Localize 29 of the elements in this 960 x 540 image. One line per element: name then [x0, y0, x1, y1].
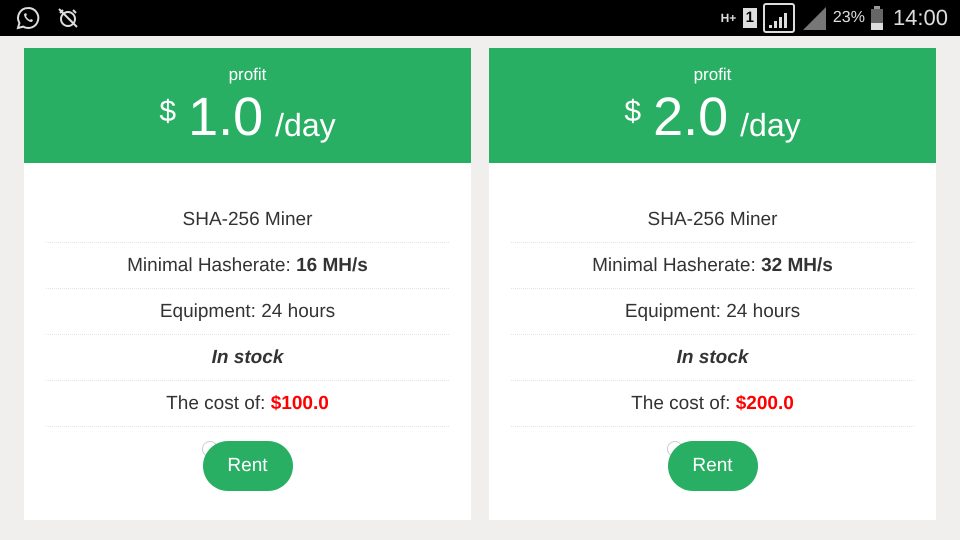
plan-detail: Equipment: 24 hours: [624, 300, 800, 322]
cost-text: The cost of: $100.0: [166, 392, 329, 414]
hashrate-text: Minimal Hasherate: 32 MH/s: [592, 254, 833, 276]
profit-unit: /day: [740, 107, 801, 144]
profit-label: profit: [228, 65, 266, 85]
signal-icon: [762, 3, 795, 33]
sim-badge: 1: [742, 8, 757, 28]
battery-percent: 23%: [832, 9, 865, 27]
currency-sign: $: [159, 95, 176, 129]
profit-unit: /day: [275, 107, 336, 144]
clock: 14:00: [892, 5, 948, 31]
battery-icon: [870, 6, 883, 30]
profit-label: profit: [694, 65, 732, 85]
rent-button[interactable]: Rent: [202, 441, 292, 491]
plan-detail: Equipment: 24 hours: [160, 300, 336, 322]
plan-detail: SHA-256 Miner: [182, 208, 312, 230]
signal-icon: [800, 5, 827, 31]
rent-button[interactable]: Rent: [668, 441, 758, 491]
chat-icon[interactable]: [16, 6, 40, 30]
profit-amount: 2.0: [653, 87, 728, 147]
profit-amount: 1.0: [188, 87, 264, 147]
plan-detail: SHA-256 Miner: [648, 208, 778, 230]
network-type: H+: [720, 13, 737, 23]
alarm-off-icon[interactable]: [56, 6, 80, 30]
stock-status: In stock: [676, 346, 748, 368]
stock-status: In stock: [212, 346, 284, 368]
currency-sign: $: [624, 95, 642, 129]
hashrate-text: Minimal Hasherate: 16 MH/s: [127, 254, 368, 276]
cost-text: The cost of: $200.0: [631, 392, 794, 414]
